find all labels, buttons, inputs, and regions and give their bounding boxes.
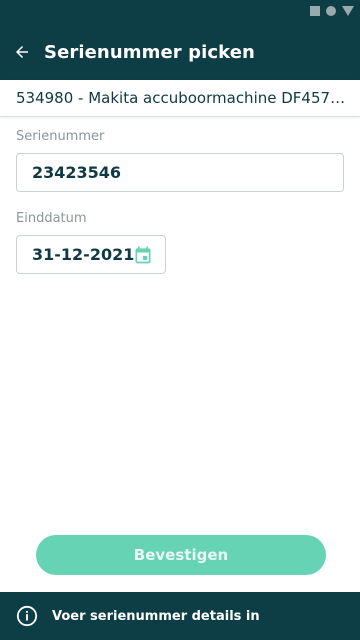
page-title: Serienummer picken [44, 41, 255, 63]
end-date-label: Einddatum [16, 211, 87, 226]
home-icon [326, 6, 336, 16]
status-bar [0, 0, 360, 24]
end-date-field[interactable]: 31-12-2021 [16, 235, 166, 274]
end-date-value: 31-12-2021 [32, 245, 135, 264]
snackbar: Voer serienummer details in [0, 592, 360, 640]
status-icons [310, 6, 354, 16]
product-header: 534980 - Makita accuboormachine DF457D..… [0, 80, 360, 117]
serial-number-input[interactable] [16, 153, 344, 192]
recent-apps-icon [310, 6, 320, 16]
confirm-button[interactable]: Bevestigen [36, 535, 326, 575]
serial-number-label: Serienummer [16, 129, 105, 144]
info-icon [16, 605, 38, 627]
product-name: 534980 - Makita accuboormachine DF457D..… [16, 89, 346, 107]
arrow-left-icon [16, 46, 28, 58]
signal-icon [342, 6, 354, 16]
snackbar-message: Voer serienummer details in [52, 608, 260, 624]
back-button[interactable] [0, 24, 44, 80]
app-bar: Serienummer picken [0, 24, 360, 80]
calendar-icon[interactable] [133, 245, 153, 265]
